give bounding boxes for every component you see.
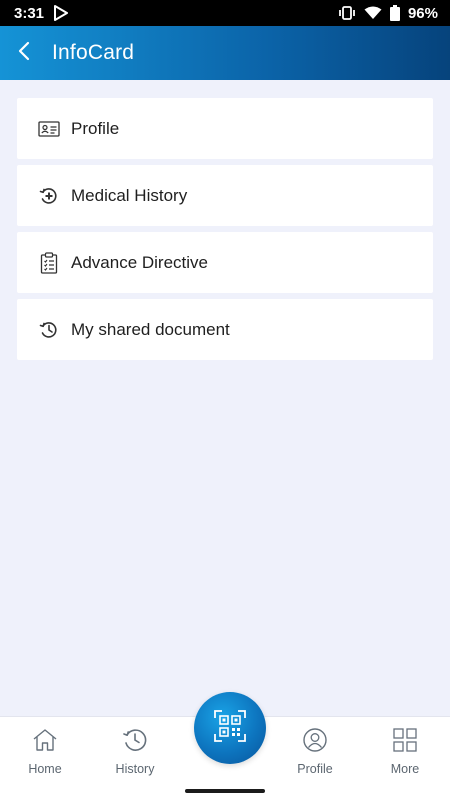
nav-history-label: History — [115, 762, 155, 776]
chevron-left-icon — [17, 41, 31, 66]
menu-item-label: Advance Directive — [71, 252, 209, 272]
home-icon — [32, 727, 58, 753]
menu-item-label: Profile — [71, 118, 120, 138]
wifi-icon — [364, 6, 382, 20]
id-card-icon — [38, 118, 60, 140]
nav-history[interactable]: History — [90, 717, 180, 782]
menu-item-label: Medical History — [71, 185, 188, 205]
qr-scan-button[interactable] — [194, 692, 266, 764]
status-time: 3:31 — [14, 4, 45, 22]
history-clock-icon — [38, 319, 60, 341]
menu-item-medical-history[interactable]: Medical History — [17, 165, 433, 226]
status-bar: 3:31 96% — [0, 0, 450, 26]
nav-more[interactable]: More — [360, 717, 450, 782]
nav-home[interactable]: Home — [0, 717, 90, 782]
vibrate-icon — [338, 6, 356, 20]
battery-percent: 96% — [407, 4, 438, 22]
content-area: Profile Medical History Advance Directiv… — [0, 80, 450, 716]
menu-item-shared-document[interactable]: My shared document — [17, 299, 433, 360]
battery-icon — [389, 5, 400, 21]
nav-profile[interactable]: Profile — [270, 717, 360, 782]
grid-icon — [393, 727, 417, 753]
play-store-icon — [54, 5, 69, 21]
history-icon — [122, 727, 148, 753]
nav-home-label: Home — [28, 762, 62, 776]
user-circle-icon — [302, 727, 328, 753]
qr-code-icon — [214, 709, 246, 747]
menu-list: Profile Medical History Advance Directiv… — [17, 98, 433, 366]
nav-more-label: More — [390, 762, 420, 776]
medical-history-icon — [38, 185, 60, 207]
menu-item-profile[interactable]: Profile — [17, 98, 433, 159]
home-indicator[interactable] — [185, 789, 265, 793]
menu-item-advance-directive[interactable]: Advance Directive — [17, 232, 433, 293]
menu-item-label: My shared document — [71, 319, 230, 339]
page-title: InfoCard — [52, 41, 135, 64]
clipboard-list-icon — [38, 251, 60, 274]
nav-profile-label: Profile — [297, 762, 333, 776]
system-nav-bar — [0, 782, 450, 800]
app-bar: InfoCard — [0, 26, 450, 80]
back-button[interactable] — [2, 26, 46, 80]
